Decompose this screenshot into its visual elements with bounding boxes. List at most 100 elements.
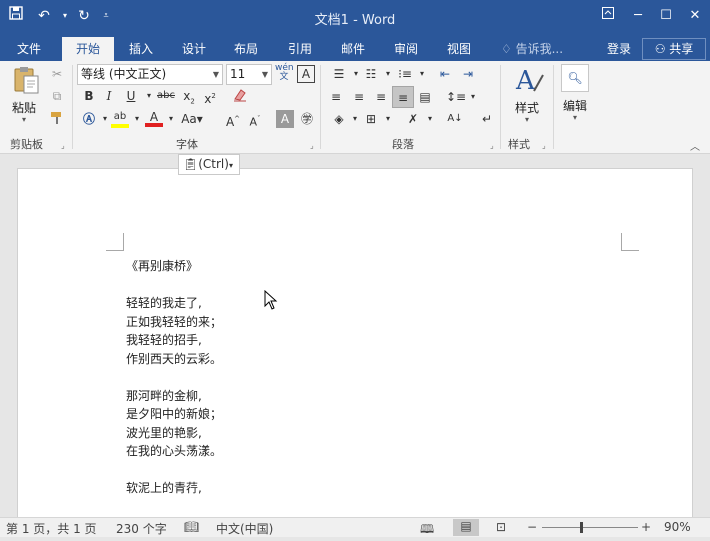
clipboard-launcher-icon[interactable]: ⌟	[61, 141, 65, 150]
zoom-out-icon[interactable]: −	[527, 520, 537, 534]
italic-icon[interactable]: I	[100, 87, 118, 105]
share-button[interactable]: ⚇ 共享	[642, 38, 706, 60]
phonetic-guide-icon[interactable]: wén 文	[275, 64, 294, 82]
edit-label[interactable]: 编辑	[563, 97, 587, 114]
zoom-slider[interactable]	[542, 527, 638, 528]
tab-layout[interactable]: 布局	[221, 37, 271, 61]
character-shading-icon[interactable]: A	[276, 110, 294, 128]
language-indicator[interactable]: 中文(中国)	[216, 520, 273, 537]
change-case-icon[interactable]: Aa▾	[179, 110, 205, 128]
word-count[interactable]: 230 个字	[116, 520, 167, 537]
tab-design[interactable]: 设计	[169, 37, 219, 61]
chinese-layout-dropdown-icon[interactable]: ▾	[421, 110, 439, 128]
document-body[interactable]: 《再别康桥》 轻轻的我走了, 正如我轻轻的来； 我轻轻的招手, 作别西天的云彩。…	[126, 257, 222, 498]
font-color-icon[interactable]: A	[145, 108, 163, 127]
doc-line	[126, 461, 222, 480]
styles-label[interactable]: 样式	[515, 99, 539, 116]
group-clipboard-label: 剪贴板	[10, 138, 43, 151]
font-launcher-icon[interactable]: ⌟	[310, 141, 314, 150]
lightbulb-icon: ♢	[500, 42, 512, 56]
doc-line	[126, 276, 222, 295]
show-marks-icon[interactable]: ↵	[478, 110, 496, 128]
tab-references[interactable]: 引用	[275, 37, 325, 61]
share-label: 共享	[669, 42, 694, 56]
shrink-font-icon[interactable]: Aˇ	[246, 110, 264, 129]
line-spacing-dropdown-icon[interactable]: ▾	[464, 88, 482, 106]
doc-line: 在我的心头荡漾。	[126, 444, 223, 458]
styles-dropdown-icon[interactable]: ▾	[525, 115, 529, 124]
tell-me-label: 告诉我...	[515, 42, 564, 56]
bullets-icon[interactable]: ☰	[330, 65, 348, 83]
decrease-indent-icon[interactable]: ⇤	[436, 65, 454, 83]
borders-icon[interactable]: ⊞	[362, 110, 380, 128]
close-icon[interactable]: ✕	[683, 5, 707, 27]
justify-icon[interactable]: ≡	[392, 86, 414, 108]
tab-mailings[interactable]: 邮件	[328, 37, 378, 61]
collapse-ribbon-icon[interactable]: ︿	[690, 138, 700, 153]
format-painter-icon[interactable]	[48, 110, 66, 128]
align-left-icon[interactable]: ≡	[327, 88, 345, 106]
proofing-icon[interactable]: 📖︎	[184, 520, 199, 534]
signin-link[interactable]: 登录	[600, 37, 638, 61]
edit-dropdown-icon[interactable]: ▾	[573, 113, 577, 122]
increase-indent-icon[interactable]: ⇥	[459, 65, 477, 83]
paragraph-launcher-icon[interactable]: ⌟	[490, 141, 494, 150]
tab-view[interactable]: 视图	[434, 37, 484, 61]
zoom-in-icon[interactable]: +	[641, 520, 651, 534]
underline-icon[interactable]: U	[122, 87, 140, 105]
group-styles-label: 样式	[508, 138, 530, 151]
maximize-icon[interactable]: ☐	[654, 5, 678, 27]
bold-icon[interactable]: B	[80, 87, 98, 105]
enclose-characters-icon[interactable]: ㊫	[298, 110, 316, 128]
numbering-dropdown-icon[interactable]: ▾	[379, 65, 397, 83]
clear-formatting-icon[interactable]	[231, 87, 249, 105]
web-layout-icon[interactable]: ⊡	[496, 520, 506, 534]
highlight-dropdown-icon[interactable]: ▾	[128, 110, 146, 128]
font-color-dropdown-icon[interactable]: ▾	[162, 110, 180, 128]
paste-label[interactable]: 粘贴	[12, 99, 36, 116]
tab-file[interactable]: 文件	[4, 37, 54, 61]
multilevel-dropdown-icon[interactable]: ▾	[413, 65, 431, 83]
print-layout-icon[interactable]: ▤	[453, 519, 479, 536]
paste-dropdown-icon[interactable]: ▾	[22, 115, 26, 124]
borders-dropdown-icon[interactable]: ▾	[379, 110, 397, 128]
clipboard-icon: 📋︎	[183, 157, 199, 171]
font-name-dropdown[interactable]: 等线 (中文正文) ▼	[77, 64, 223, 85]
search-icon[interactable]: 🔍︎	[561, 64, 589, 92]
status-bar: 第 1 页，共 1 页 230 个字 📖︎ 中文(中国) 🕮︎ ▤ ⊡ − + …	[0, 517, 710, 537]
align-center-icon[interactable]: ≡	[350, 88, 368, 106]
align-right-icon[interactable]: ≡	[372, 88, 390, 106]
paste-icon[interactable]	[11, 65, 41, 95]
tab-home[interactable]: 开始	[62, 37, 114, 61]
distributed-icon[interactable]: ▤	[416, 88, 434, 106]
separator	[553, 65, 554, 149]
chinese-layout-icon[interactable]: ✗	[404, 110, 422, 128]
page-count[interactable]: 第 1 页，共 1 页	[6, 520, 97, 537]
strikethrough-icon[interactable]: abc	[156, 87, 176, 105]
doc-line: 软泥上的青荇,	[126, 481, 202, 495]
zoom-level[interactable]: 90%	[664, 520, 691, 534]
line-spacing-icon[interactable]: ↕≡	[446, 88, 466, 106]
subscript-icon[interactable]: x2	[180, 87, 198, 105]
zoom-slider-thumb[interactable]	[580, 522, 583, 533]
font-size-dropdown[interactable]: 11 ▼	[226, 64, 272, 85]
tab-review[interactable]: 审阅	[381, 37, 431, 61]
multilevel-list-icon[interactable]: ⁝≡	[396, 65, 414, 83]
styles-icon[interactable]: A	[512, 65, 546, 97]
cut-icon[interactable]: ✂	[48, 65, 66, 83]
grow-font-icon[interactable]: A^	[224, 110, 242, 129]
copy-icon[interactable]: ⧉	[48, 87, 66, 105]
sort-icon[interactable]: A↓	[446, 110, 464, 128]
document-page[interactable]	[17, 168, 693, 517]
tab-insert[interactable]: 插入	[116, 37, 166, 61]
minimize-icon[interactable]: ─	[626, 5, 650, 27]
read-mode-icon[interactable]: 🕮︎	[420, 520, 434, 541]
tell-me-box[interactable]: ♢ 告诉我...	[496, 37, 568, 61]
highlight-icon[interactable]: ab	[111, 108, 129, 128]
character-border-icon[interactable]: A	[297, 65, 315, 83]
paste-options-button[interactable]: 📋︎(Ctrl)▾	[178, 154, 240, 175]
numbering-icon[interactable]: ☷	[362, 65, 380, 83]
styles-launcher-icon[interactable]: ⌟	[542, 141, 546, 150]
ribbon-display-icon[interactable]	[596, 5, 620, 27]
superscript-icon[interactable]: x2	[201, 87, 219, 106]
